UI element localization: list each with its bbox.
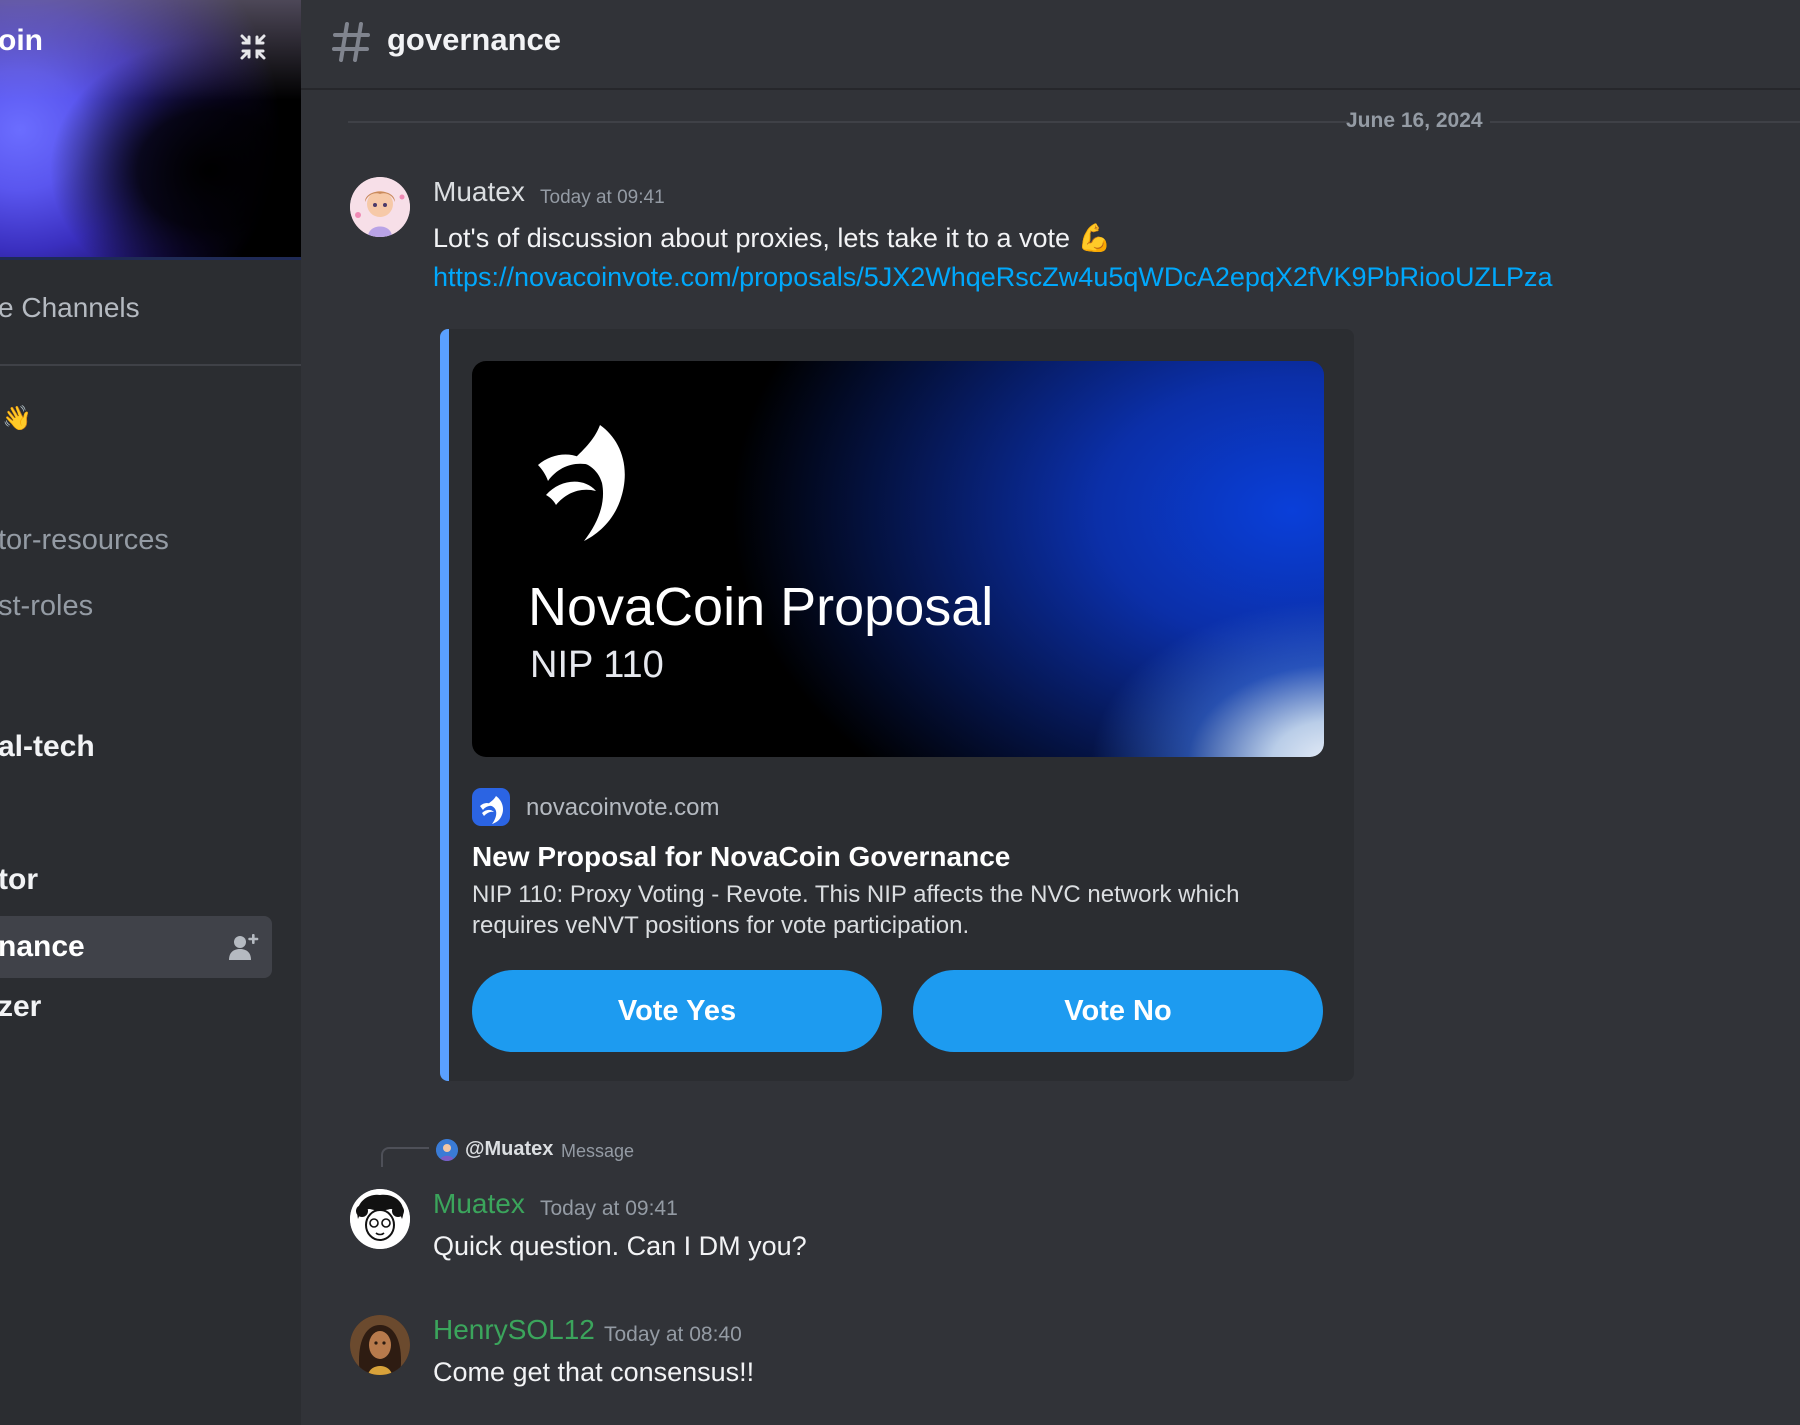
date-divider-line — [348, 121, 1348, 123]
message-author[interactable]: HenrySOL12 — [433, 1314, 595, 1346]
embed-image-title: NovaCoin Proposal — [528, 577, 994, 637]
reply-avatar[interactable] — [436, 1139, 458, 1161]
sidebar-item-governance[interactable]: nance — [0, 916, 272, 978]
avatar-illustration — [350, 1315, 410, 1375]
avatar[interactable] — [350, 1189, 410, 1249]
server-name[interactable]: oin — [0, 24, 43, 58]
sidebar-item-zer[interactable]: zer — [0, 990, 41, 1024]
reply-author[interactable]: @Muatex — [465, 1138, 553, 1161]
message-text: Quick question. Can I DM you? — [433, 1231, 807, 1261]
wave-emoji[interactable]: 👋 — [2, 404, 32, 433]
avatar-illustration — [350, 1189, 410, 1249]
embed-description: NIP 110: Proxy Voting - Revote. This NIP… — [472, 881, 1240, 939]
channel-sidebar: oin e Channels 👋 tor-resources st-roles … — [0, 0, 301, 1425]
sidebar-item-label: nance — [0, 930, 85, 963]
sidebar-divider — [0, 364, 301, 366]
link-embed: NovaCoin Proposal NIP 110 novacoinvote.c… — [440, 329, 1354, 1081]
embed-provider[interactable]: novacoinvote.com — [526, 794, 719, 822]
avatar-illustration — [350, 177, 410, 237]
message-timestamp: Today at 08:40 — [604, 1323, 742, 1346]
banner-edge — [0, 257, 301, 260]
close-icon[interactable] — [236, 30, 270, 64]
provider-icon — [472, 788, 510, 826]
embed-image[interactable]: NovaCoin Proposal NIP 110 — [472, 361, 1324, 757]
vote-no-button[interactable]: Vote No — [913, 970, 1323, 1052]
message-timestamp: Today at 09:41 — [540, 187, 665, 208]
novacoin-logo-icon — [538, 425, 625, 541]
embed-accent-bar — [440, 329, 449, 1081]
embed-title[interactable]: New Proposal for NovaCoin Governance — [472, 841, 1010, 873]
sidebar-item-roles[interactable]: st-roles — [0, 590, 93, 623]
sidebar-item-resources[interactable]: tor-resources — [0, 524, 169, 557]
add-member-icon[interactable] — [226, 930, 260, 964]
channel-header: governance — [301, 0, 1800, 90]
date-divider-line — [1490, 121, 1800, 123]
embed-image-subtitle: NIP 110 — [530, 644, 664, 686]
server-banner: oin — [0, 0, 301, 259]
message-text: Come get that consensus!! — [433, 1357, 755, 1387]
date-divider: June 16, 2024 — [1346, 109, 1483, 132]
vote-yes-button[interactable]: Vote Yes — [472, 970, 882, 1052]
proposal-link[interactable]: https://novacoinvote.com/proposals/5JX2W… — [433, 262, 1553, 293]
sidebar-item-tor[interactable]: tor — [0, 863, 38, 897]
message-text: Lot's of discussion about proxies, lets … — [433, 223, 1112, 253]
avatar[interactable] — [350, 177, 410, 237]
message-author[interactable]: Muatex — [433, 1188, 525, 1220]
reply-preview[interactable]: Message — [561, 1141, 634, 1162]
message-author[interactable]: Muatex — [433, 176, 525, 208]
sidebar-item-tech[interactable]: al-tech — [0, 730, 95, 764]
message-timestamp: Today at 09:41 — [540, 1197, 678, 1220]
browse-channels-item[interactable]: e Channels — [0, 292, 140, 324]
hashtag-icon — [332, 22, 370, 62]
channel-title: governance — [387, 22, 562, 57]
reply-connector — [381, 1147, 429, 1167]
avatar[interactable] — [350, 1315, 410, 1375]
